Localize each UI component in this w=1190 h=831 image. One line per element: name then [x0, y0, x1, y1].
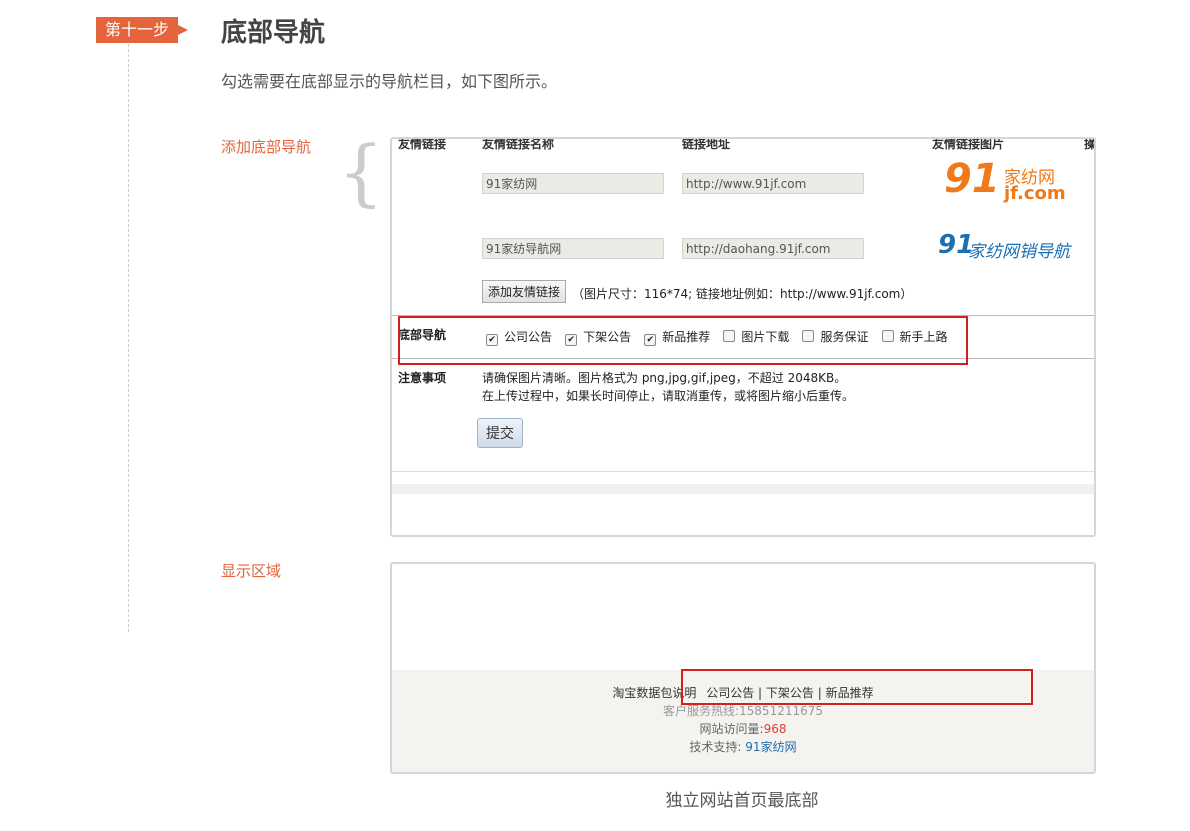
settings-screenshot-panel: 友情链接 友情链接名称 链接地址 友情链接图片 操 91家纺网 http://w… [390, 137, 1096, 537]
link-name-input[interactable]: 91家纺网 [482, 173, 664, 194]
highlight-box [398, 316, 968, 365]
label-add-nav: 添加底部导航 [221, 138, 312, 156]
notice-label: 注意事项 [398, 371, 447, 385]
footer-bar [392, 484, 1094, 494]
timeline-line [128, 44, 129, 632]
header-link-name: 友情链接名称 [482, 137, 555, 151]
support-link[interactable]: 91家纺网 [745, 740, 796, 754]
page-title: 底部导航 [221, 18, 326, 48]
link-url-input[interactable]: http://www.91jf.com [682, 173, 864, 194]
submit-button[interactable]: 提交 [477, 418, 523, 448]
visit-count: 网站访问量:968 [699, 722, 787, 736]
image-size-tip: （图片尺寸：116*74; 链接地址例如：http://www.91jf.com… [572, 287, 913, 301]
divider [392, 471, 1094, 472]
header-action: 操 [1084, 137, 1096, 151]
link-name-input[interactable]: 91家纺导航网 [482, 238, 664, 259]
logo-91jf-daohang: 91 家纺网销导航 [938, 230, 1070, 262]
highlight-box [681, 669, 1033, 705]
brace-icon: { [338, 130, 384, 214]
step-tag: 第十一步 [96, 17, 188, 43]
caption: 独立网站首页最底部 [665, 791, 819, 811]
notice-line: 请确保图片清晰。图片格式为 png,jpg,gif,jpeg，不超过 2048K… [482, 371, 847, 385]
header-link-image: 友情链接图片 [932, 137, 1005, 151]
add-friend-link-button[interactable]: 添加友情链接 [482, 280, 567, 303]
display-area-panel: 淘宝数据包说明 公司公告 | 下架公告 | 新品推荐 客户服务热线:158512… [390, 562, 1096, 774]
header-link-url: 链接地址 [682, 137, 731, 151]
link-url-input[interactable]: http://daohang.91jf.com [682, 238, 864, 259]
step-description: 勾选需要在底部显示的导航栏目，如下图所示。 [221, 72, 558, 91]
header-friend-link: 友情链接 [398, 137, 447, 151]
label-display-area: 显示区域 [221, 562, 282, 580]
logo-91jf: 91 家纺网 jf.com [944, 156, 1066, 204]
notice-line: 在上传过程中，如果长时间停止，请取消重传，或将图片缩小后重传。 [482, 389, 855, 403]
tech-support: 技术支持: 91家纺网 [689, 740, 797, 754]
